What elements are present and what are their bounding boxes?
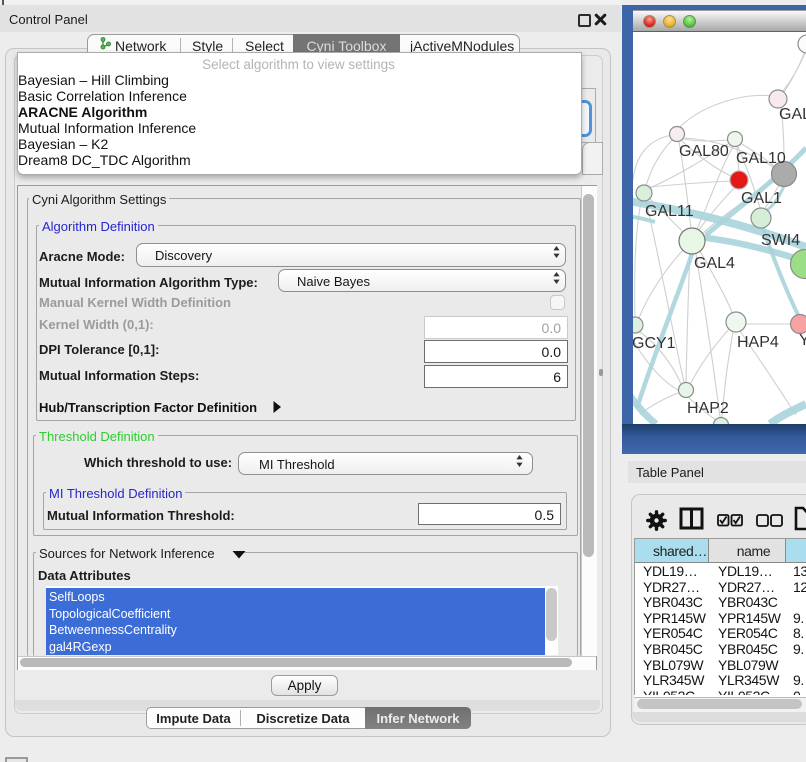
svg-text:GAL10: GAL10 — [736, 150, 786, 167]
svg-text:HAP4: HAP4 — [737, 334, 779, 351]
svg-text:GAL4: GAL4 — [694, 255, 735, 272]
svg-text:GAL1: GAL1 — [741, 190, 782, 207]
svg-text:SWI4: SWI4 — [761, 232, 800, 249]
svg-text:YB: YB — [799, 332, 806, 349]
svg-text:GAL11: GAL11 — [645, 203, 694, 220]
svg-text:GAL80: GAL80 — [679, 143, 729, 160]
svg-text:GAL7: GAL7 — [779, 106, 806, 123]
svg-text:HAP2: HAP2 — [687, 400, 729, 417]
svg-text:GCY1: GCY1 — [633, 335, 676, 352]
